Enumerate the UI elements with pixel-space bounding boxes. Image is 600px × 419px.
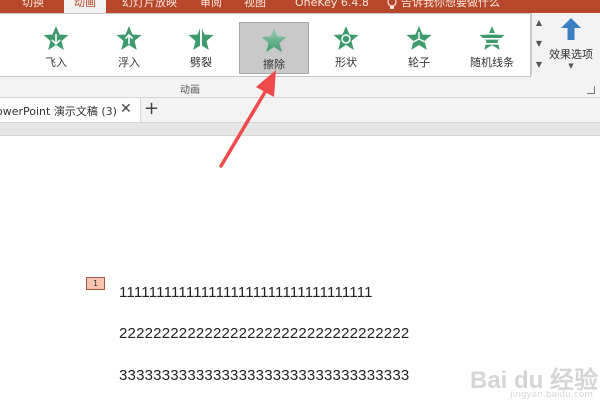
animation-order-tag[interactable]: 1	[86, 277, 105, 290]
float-in-star-icon	[116, 26, 142, 50]
animation-wheel[interactable]: 轮子	[385, 21, 453, 71]
tell-me-search[interactable]: 告诉我你想要做什么	[401, 0, 500, 13]
watermark-subtext: jingyan.baidu.com	[510, 390, 594, 400]
document-tab-bar: owerPoint 演示文稿 (3) ✕ +	[0, 98, 600, 123]
chevron-down-icon: ▼	[568, 62, 574, 70]
animation-label: 擦除	[263, 58, 285, 71]
slide-text-line-1[interactable]: 1111111111111111111111111111111111	[119, 284, 373, 301]
animation-label: 随机线条	[470, 56, 514, 69]
tab-slideshow[interactable]: 幻灯片放映	[122, 0, 177, 13]
gallery-more-button[interactable]: ▼	[532, 55, 546, 75]
animation-label: 轮子	[408, 56, 430, 69]
gallery-scroll-up-button[interactable]: ▲	[532, 13, 546, 33]
shape-star-icon	[333, 26, 359, 50]
random-bars-star-icon	[479, 26, 505, 50]
wheel-star-icon	[406, 26, 432, 50]
dialog-launcher-icon[interactable]	[587, 86, 595, 94]
tab-onekey[interactable]: OneKey 6.4.8	[295, 0, 369, 13]
animation-shape[interactable]: 形状	[312, 21, 380, 71]
document-tab-title: owerPoint 演示文稿 (3)	[0, 105, 117, 118]
animation-fly-in[interactable]: 飞入	[22, 21, 90, 71]
gallery-scroll-down-button[interactable]: ▼	[532, 34, 546, 54]
slide-text-line-3[interactable]: 3333333333333333333333333333333333	[119, 367, 409, 384]
split-star-icon	[188, 26, 214, 50]
baidu-watermark: Bai du 经验 jingyan.baidu.com	[470, 358, 600, 408]
animation-label: 劈裂	[190, 56, 212, 69]
slide-text-line-2[interactable]: 2222222222222222222222222222222222	[119, 325, 409, 342]
animation-float-in[interactable]: 浮入	[95, 21, 163, 71]
animation-random-bars[interactable]: 随机线条	[458, 21, 526, 71]
close-icon[interactable]: ✕	[120, 101, 132, 117]
animation-label: 形状	[335, 56, 357, 69]
tab-transitions[interactable]: 切换	[22, 0, 44, 13]
ribbon-group-label: 动画	[180, 85, 200, 96]
wipe-star-icon	[261, 28, 287, 52]
fly-in-star-icon	[43, 26, 69, 50]
tab-review[interactable]: 审阅	[200, 0, 222, 13]
tab-animations[interactable]: 动画	[64, 0, 106, 13]
animation-wipe[interactable]: 擦除	[239, 22, 309, 74]
add-tab-icon[interactable]: +	[144, 99, 159, 119]
animation-label: 飞入	[45, 56, 67, 69]
effect-options-button[interactable]: 效果选项 ▼	[546, 17, 596, 77]
tab-view[interactable]: 视图	[244, 0, 266, 13]
canvas-border	[0, 123, 600, 136]
animation-split[interactable]: 劈裂	[167, 21, 235, 71]
animation-gallery: 飞入 浮入 劈裂 擦除 形状 轮子 随机线条	[0, 13, 531, 77]
effect-options-label: 效果选项	[549, 48, 593, 61]
up-arrow-icon	[561, 18, 581, 40]
lightbulb-icon	[387, 0, 397, 9]
ribbon-animations-panel: 飞入 浮入 劈裂 擦除 形状 轮子 随机线条 ▲ ▼ ▼ 效果选项 ▼ 动画	[0, 13, 600, 98]
animation-label: 浮入	[118, 56, 140, 69]
document-tab[interactable]: owerPoint 演示文稿 (3) ✕	[0, 98, 141, 122]
gallery-scroll: ▲ ▼ ▼	[531, 13, 546, 75]
ribbon-tab-strip: 切换 动画 幻灯片放映 审阅 视图 OneKey 6.4.8 告诉我你想要做什么	[0, 0, 600, 13]
